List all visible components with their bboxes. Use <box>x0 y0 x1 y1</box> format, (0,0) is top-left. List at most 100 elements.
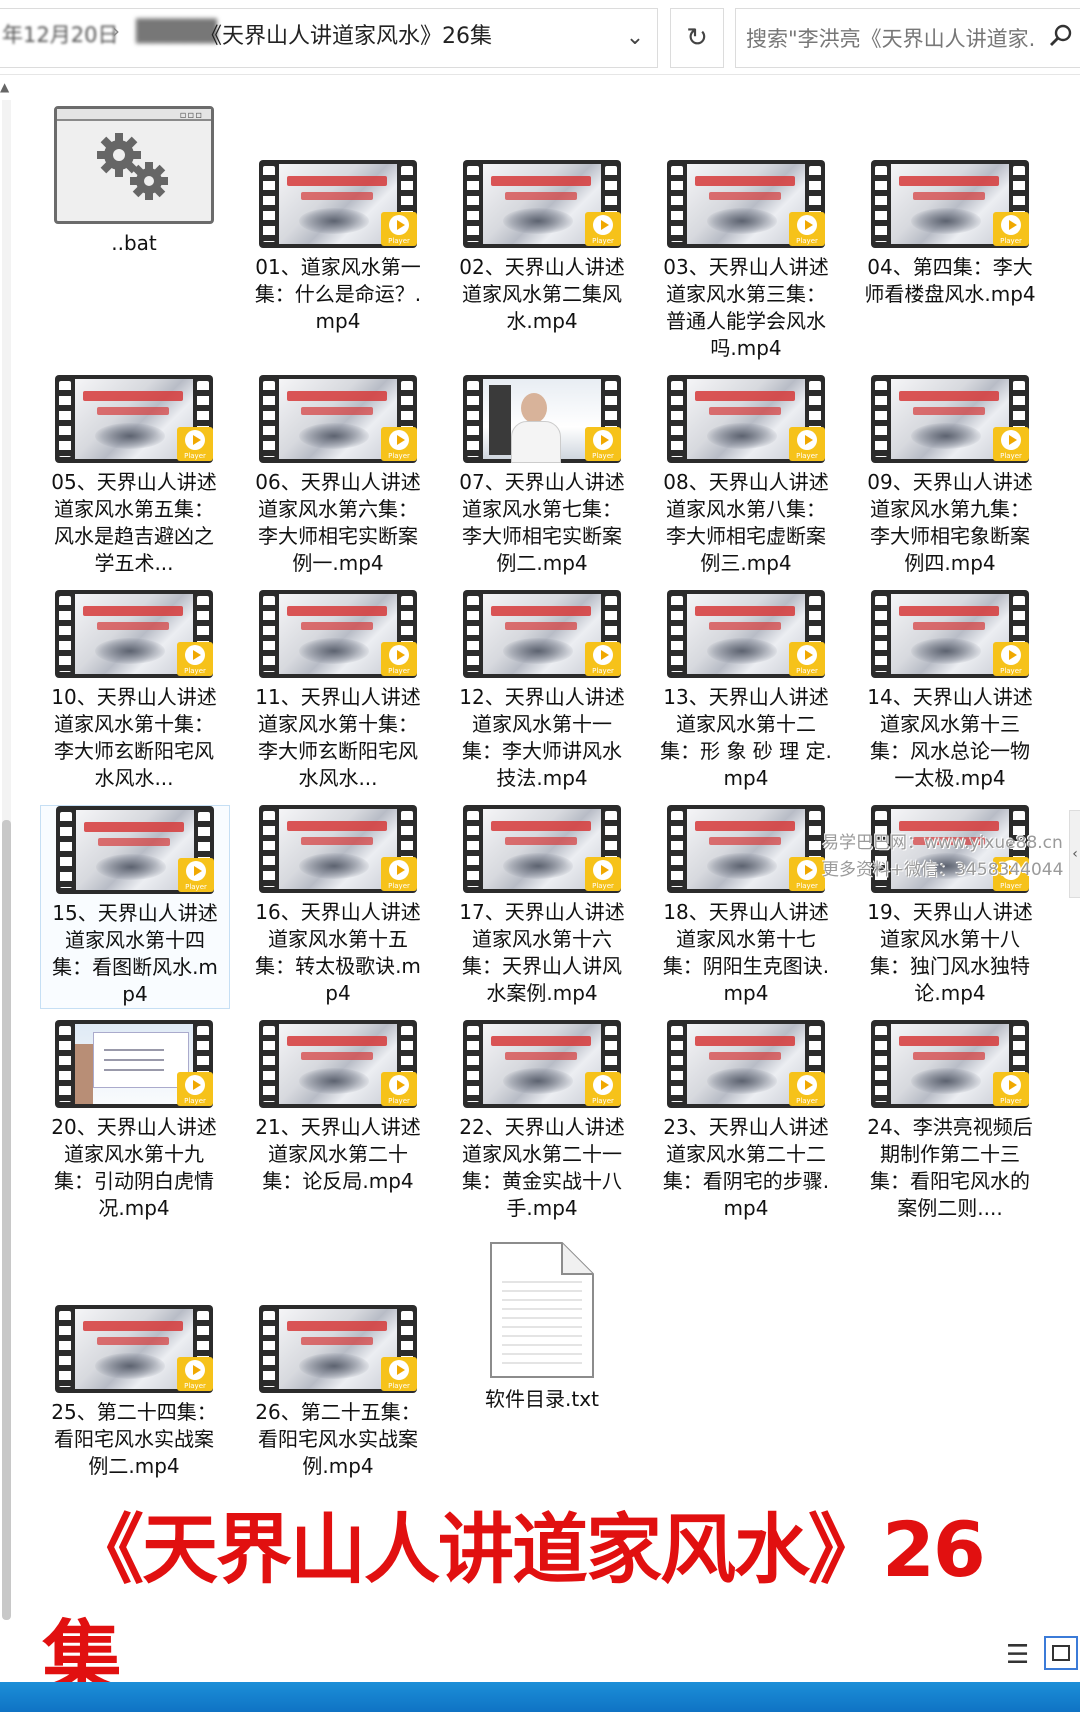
file-name: 22、天界山人讲述道家风水第二十一集：黄金实战十八手.mp4 <box>459 1115 625 1220</box>
player-badge-icon: Player <box>177 642 213 676</box>
file-item-video[interactable]: Player 11、天界山人讲述道家风水第十集：李大师玄断阳宅风水风水... <box>244 590 432 792</box>
file-item-video[interactable]: Player 16、天界山人讲述道家风水第十五集：转太极歌诀.mp4 <box>244 805 432 1007</box>
video-thumbnail: Player <box>871 160 1029 248</box>
player-badge-label: Player <box>388 667 410 675</box>
file-name: 26、第二十五集：看阳宅风水实战案例.mp4 <box>255 1400 421 1478</box>
player-badge-label: Player <box>796 452 818 460</box>
player-badge-label: Player <box>388 452 410 460</box>
file-item-video[interactable]: Player 26、第二十五集：看阳宅风水实战案例.mp4 <box>244 1305 432 1480</box>
player-badge-icon: Player <box>993 212 1029 246</box>
file-name: 01、道家风水第一集：什么是命运？.mp4 <box>254 255 422 333</box>
player-badge-icon: Player <box>993 427 1029 461</box>
player-badge-icon: Player <box>381 1357 417 1391</box>
view-toggle: ☰ <box>1000 1630 1080 1680</box>
file-item-video[interactable]: Player 13、天界山人讲述道家风水第十二集：形 象 砂 理 定.mp4 <box>652 590 840 792</box>
player-badge-label: Player <box>592 667 614 675</box>
file-name: 13、天界山人讲述道家风水第十二集：形 象 砂 理 定.mp4 <box>660 685 832 790</box>
watermark: 易学巴巴网：www.yixue88.cn 更多资料+微信：3458344044 <box>822 830 1063 884</box>
file-name: 08、天界山人讲述道家风水第八集：李大师相宅虚断案例三.mp4 <box>663 470 829 575</box>
video-thumbnail: Player <box>463 590 621 678</box>
text-file-icon <box>488 1240 596 1380</box>
file-item-video[interactable]: Player 04、第四集：李大师看楼盘风水.mp4 <box>856 160 1044 308</box>
file-name: 12、天界山人讲述道家风水第十一集：李大师讲风水技法.mp4 <box>459 685 625 790</box>
file-item-video[interactable]: Player 10、天界山人讲述道家风水第十集：李大师玄断阳宅风水风水... <box>40 590 228 792</box>
file-name: 11、天界山人讲述道家风水第十集：李大师玄断阳宅风水风水... <box>255 685 421 790</box>
file-item-video[interactable]: Player 03、天界山人讲述道家风水第三集：普通人能学会风水吗.mp4 <box>652 160 840 362</box>
file-item-video[interactable]: Player 17、天界山人讲述道家风水第十六集：天界山人讲风水案例.mp4 <box>448 805 636 1007</box>
gear-file-icon: ▫▫▫ <box>54 106 214 224</box>
caption-title: 《天界山人讲道家风水》26 <box>68 1505 986 1594</box>
file-name: 06、天界山人讲述道家风水第六集：李大师相宅实断案例一.mp4 <box>255 470 421 575</box>
file-item-video[interactable]: Player 15、天界山人讲述道家风水第十四集：看图断风水.mp4 <box>40 805 230 1009</box>
video-thumbnail: Player <box>259 590 417 678</box>
player-badge-icon: Player <box>993 1072 1029 1106</box>
player-badge-icon: Player <box>993 642 1029 676</box>
file-name: 17、天界山人讲述道家风水第十六集：天界山人讲风水案例.mp4 <box>459 900 625 1005</box>
player-badge-label: Player <box>796 237 818 245</box>
player-badge-label: Player <box>388 882 410 890</box>
file-name: 21、天界山人讲述道家风水第二十集：论反局.mp4 <box>255 1115 421 1193</box>
video-thumbnail: Player <box>871 375 1029 463</box>
file-item-video[interactable]: Player 07、天界山人讲述道家风水第七集：李大师相宅实断案例二.mp4 <box>448 375 636 577</box>
file-item-bat[interactable]: ▫▫▫ ..bat <box>40 106 228 257</box>
video-thumbnail: Player <box>55 1020 213 1108</box>
player-badge-icon: Player <box>177 1072 213 1106</box>
file-name: 软件目录.txt <box>485 1387 599 1411</box>
file-name: 15、天界山人讲述道家风水第十四集：看图断风水.mp4 <box>52 901 218 1006</box>
file-item-video[interactable]: Player 05、天界山人讲述道家风水第五集：风水是趋吉避凶之学五术... <box>40 375 228 577</box>
player-badge-label: Player <box>592 237 614 245</box>
video-thumbnail: Player <box>463 160 621 248</box>
file-name: 09、天界山人讲述道家风水第九集：李大师相宅象断案例四.mp4 <box>867 470 1033 575</box>
player-badge-icon: Player <box>585 857 621 891</box>
player-badge-label: Player <box>184 1382 206 1390</box>
file-name: 05、天界山人讲述道家风水第五集：风水是趋吉避凶之学五术... <box>51 470 217 575</box>
video-thumbnail: Player <box>871 590 1029 678</box>
player-badge-icon: Player <box>585 642 621 676</box>
video-thumbnail: Player <box>871 1020 1029 1108</box>
video-thumbnail: Player <box>667 1020 825 1108</box>
file-item-video[interactable]: Player 08、天界山人讲述道家风水第八集：李大师相宅虚断案例三.mp4 <box>652 375 840 577</box>
player-badge-label: Player <box>796 882 818 890</box>
file-item-video[interactable]: Player 20、天界山人讲述道家风水第十九集：引动阴白虎情况.mp4 <box>40 1020 228 1222</box>
player-badge-icon: Player <box>177 427 213 461</box>
file-item-video[interactable]: Player 02、天界山人讲述道家风水第二集风水.mp4 <box>448 160 636 335</box>
video-thumbnail: Player <box>259 1020 417 1108</box>
player-badge-icon: Player <box>585 212 621 246</box>
file-item-video[interactable]: Player 23、天界山人讲述道家风水第二十二集：看阴宅的步骤.mp4 <box>652 1020 840 1222</box>
details-view-icon[interactable]: ☰ <box>1006 1640 1029 1670</box>
file-item-video[interactable]: Player 01、道家风水第一集：什么是命运？.mp4 <box>244 160 432 335</box>
player-badge-icon: Player <box>381 1072 417 1106</box>
file-item-video[interactable]: Player 06、天界山人讲述道家风水第六集：李大师相宅实断案例一.mp4 <box>244 375 432 577</box>
file-item-video[interactable]: Player 18、天界山人讲述道家风水第十七集：阴阳生克图诀.mp4 <box>652 805 840 1007</box>
file-item-video[interactable]: Player 24、李洪亮视频后期制作第二十三集：看阳宅风水的案例二则.... <box>856 1020 1044 1222</box>
player-badge-icon: Player <box>585 1072 621 1106</box>
watermark-line-2: 更多资料+微信：3458344044 <box>822 860 1064 880</box>
file-item-video[interactable]: Player 22、天界山人讲述道家风水第二十一集：黄金实战十八手.mp4 <box>448 1020 636 1222</box>
player-badge-icon: Player <box>789 427 825 461</box>
large-icons-view-icon[interactable] <box>1044 1636 1078 1670</box>
player-badge-icon: Player <box>789 857 825 891</box>
file-item-video[interactable]: Player 14、天界山人讲述道家风水第十三集：风水总论一物一太极.mp4 <box>856 590 1044 792</box>
player-badge-icon: Player <box>381 427 417 461</box>
player-badge-icon: Player <box>381 212 417 246</box>
file-grid: ▫▫▫ ..bat Player 01、道家风水第一集：什么是命运？.mp4 Playe… <box>0 0 1080 1500</box>
file-item-video[interactable]: Player 12、天界山人讲述道家风水第十一集：李大师讲风水技法.mp4 <box>448 590 636 792</box>
video-thumbnail: Player <box>55 375 213 463</box>
file-item-txt[interactable]: 软件目录.txt <box>448 1240 636 1413</box>
file-item-video[interactable]: Player 09、天界山人讲述道家风水第九集：李大师相宅象断案例四.mp4 <box>856 375 1044 577</box>
file-name: 03、天界山人讲述道家风水第三集：普通人能学会风水吗.mp4 <box>663 255 829 360</box>
file-item-video[interactable]: Player 21、天界山人讲述道家风水第二十集：论反局.mp4 <box>244 1020 432 1195</box>
video-thumbnail: Player <box>259 1305 417 1393</box>
player-badge-label: Player <box>184 667 206 675</box>
player-badge-icon: Player <box>789 212 825 246</box>
file-name: 24、李洪亮视频后期制作第二十三集：看阳宅风水的案例二则.... <box>867 1115 1033 1220</box>
player-badge-label: Player <box>592 1097 614 1105</box>
video-thumbnail: Player <box>667 590 825 678</box>
file-name: 25、第二十四集：看阳宅风水实战案例二.mp4 <box>51 1400 217 1478</box>
file-item-video[interactable]: Player 25、第二十四集：看阳宅风水实战案例二.mp4 <box>40 1305 228 1480</box>
player-badge-label: Player <box>796 667 818 675</box>
video-thumbnail: Player <box>667 375 825 463</box>
player-badge-icon: Player <box>177 1357 213 1391</box>
video-thumbnail: Player <box>259 160 417 248</box>
file-name: ..bat <box>111 231 157 255</box>
